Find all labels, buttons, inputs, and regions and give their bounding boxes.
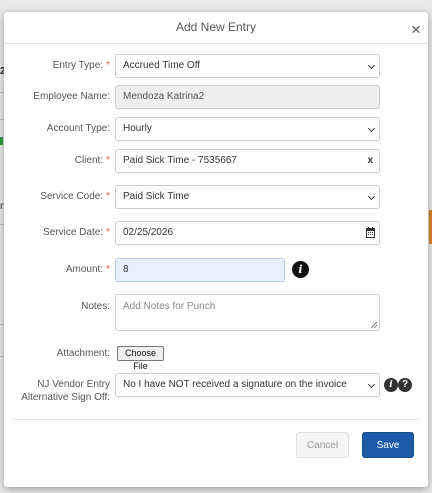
entry-type-label: Entry Type: * <box>52 60 110 71</box>
required-marker: * <box>106 227 110 238</box>
notes-textarea[interactable]: Add Notes for Punch <box>115 294 380 331</box>
nj-vendor-label: NJ Vendor Entry Alternative Sign Off: <box>21 378 110 404</box>
save-button[interactable]: Save <box>362 432 414 458</box>
notes-label: Notes: <box>81 301 110 312</box>
clear-icon[interactable]: x <box>367 150 373 172</box>
footer-divider <box>12 419 420 420</box>
nj-vendor-label-line1: NJ Vendor Entry <box>37 379 110 390</box>
service-code-select[interactable]: Paid Sick Time <box>115 185 380 209</box>
help-icon[interactable]: ? <box>398 378 412 392</box>
background-accent-bar <box>0 137 3 145</box>
service-date-value: 02/25/2026 <box>123 227 174 238</box>
choose-file-button[interactable]: Choose File <box>117 346 164 371</box>
attachment-label: Attachment: <box>56 348 110 359</box>
calendar-icon[interactable] <box>366 227 375 238</box>
service-date-input[interactable]: 02/25/2026 <box>115 221 380 245</box>
required-marker: * <box>106 264 110 275</box>
modal-title: Add New Entry <box>175 20 257 34</box>
chevron-down-icon <box>367 380 376 389</box>
employee-name-field: Mendoza Katrina2 <box>115 85 380 109</box>
service-code-label: Service Code: * <box>40 191 110 202</box>
client-value: Paid Sick Time - 7535667 <box>123 155 237 166</box>
chevron-down-icon <box>367 192 376 201</box>
entry-type-select[interactable]: Accrued Time Off <box>115 54 380 78</box>
service-code-value: Paid Sick Time <box>123 191 190 202</box>
chevron-down-icon <box>367 124 376 133</box>
resize-handle-icon[interactable] <box>371 322 377 328</box>
amount-label: Amount: * <box>65 264 110 275</box>
account-type-value: Hourly <box>123 123 152 134</box>
service-date-label: Service Date: * <box>43 227 110 238</box>
nj-vendor-value: No I have NOT received a signature on th… <box>123 379 347 390</box>
employee-name-label: Employee Name: <box>33 91 110 102</box>
info-icon[interactable]: i <box>384 378 398 392</box>
account-type-label: Account Type: <box>46 123 110 134</box>
account-type-select[interactable]: Hourly <box>115 117 380 141</box>
nj-vendor-select[interactable]: No I have NOT received a signature on th… <box>115 373 380 397</box>
info-icon[interactable]: i <box>292 261 309 278</box>
add-entry-modal: Add New Entry × Entry Type: * Accrued Tim… <box>4 12 428 487</box>
amount-input[interactable]: 8 <box>115 258 285 282</box>
modal-header: Add New Entry × <box>4 12 428 44</box>
amount-value: 8 <box>123 264 129 275</box>
client-select[interactable]: Paid Sick Time - 7535667 x <box>115 149 380 173</box>
close-icon[interactable]: × <box>410 21 422 38</box>
client-label: Client: * <box>74 155 110 166</box>
required-marker: * <box>106 191 110 202</box>
nj-vendor-label-line2: Alternative Sign Off: <box>21 392 110 403</box>
entry-type-value: Accrued Time Off <box>123 60 201 71</box>
notes-placeholder: Add Notes for Punch <box>123 301 216 312</box>
chevron-down-icon <box>367 61 376 70</box>
cancel-button[interactable]: Cancel <box>296 432 349 458</box>
required-marker: * <box>106 60 110 71</box>
employee-name-value: Mendoza Katrina2 <box>123 91 205 102</box>
required-marker: * <box>106 155 110 166</box>
